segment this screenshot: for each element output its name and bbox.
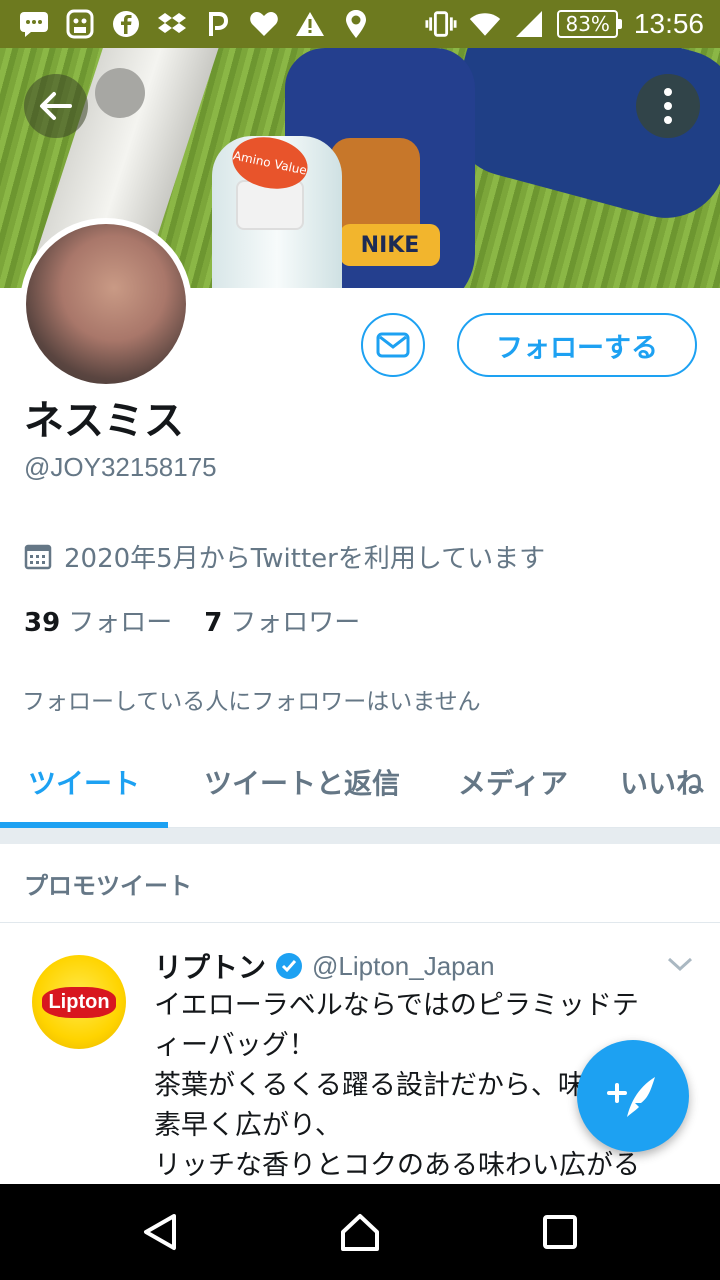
navigation-bar	[0, 1184, 720, 1280]
vibrate-icon	[425, 8, 457, 40]
signal-icon	[513, 8, 545, 40]
heart-icon	[248, 8, 280, 40]
tab-likes[interactable]: いいね	[590, 740, 720, 824]
android-icon	[64, 8, 96, 40]
compose-feather-icon	[607, 1077, 655, 1117]
tweet-author-handle[interactable]: @Lipton_Japan	[312, 951, 495, 982]
status-bar: 83% 13:56	[0, 0, 720, 48]
warning-icon	[294, 8, 326, 40]
following-count: 39	[24, 608, 61, 638]
joined-text: 2020年5月からTwitterを利用しています	[64, 544, 546, 574]
followers-count: 7	[204, 608, 223, 638]
followers-label: フォロワー	[230, 608, 361, 638]
profile-handle: @JOY32158175	[24, 452, 217, 482]
chevron-down-icon	[667, 957, 693, 972]
tweet-header: リプトン @Lipton_Japan	[154, 946, 495, 986]
tweet-line: リッチな香りとコクのある味わい広がる	[154, 1150, 640, 1181]
tweet-author-name[interactable]: リプトン	[154, 946, 266, 986]
dropbox-icon	[156, 8, 188, 40]
battery-percent: 83%	[557, 10, 618, 38]
facebook-icon	[110, 8, 142, 40]
message-button[interactable]	[361, 313, 425, 377]
compose-tweet-button[interactable]	[577, 1040, 689, 1152]
arrow-left-icon	[40, 92, 72, 120]
calendar-icon	[24, 544, 52, 569]
verified-badge-icon	[276, 953, 303, 979]
message-icon	[18, 8, 50, 40]
tweet-avatar[interactable]: Lipton	[32, 955, 126, 1049]
nike-label: NIKE	[340, 224, 440, 266]
following-link[interactable]: 39 フォロー	[24, 602, 172, 639]
recents-icon	[543, 1215, 577, 1249]
nav-home-button[interactable]	[330, 1202, 390, 1262]
more-options-button[interactable]	[636, 74, 700, 138]
lipton-logo: Lipton	[42, 986, 116, 1018]
no-mutual-followers-text: フォローしている人にフォロワーはいません	[22, 689, 481, 715]
tweet-line: イエローラベルならではのピラミッドテ	[154, 990, 639, 1021]
tab-media[interactable]: メディア	[436, 740, 590, 824]
profile-tabs: ツイート ツイートと返信 メディア いいね	[0, 740, 720, 828]
joined-info: 2020年5月からTwitterを利用しています	[24, 538, 545, 575]
more-vertical-icon	[664, 88, 672, 124]
tab-tweets[interactable]: ツイート	[0, 740, 168, 824]
following-label: フォロー	[68, 608, 173, 638]
nav-back-button[interactable]	[130, 1202, 190, 1262]
profile-name: ネスミス	[24, 398, 184, 444]
follow-counts: 39 フォロー 7 フォロワー	[24, 602, 360, 639]
divider	[0, 922, 720, 923]
wifi-icon	[469, 8, 501, 40]
tweet-menu-button[interactable]	[666, 950, 694, 978]
location-icon	[340, 8, 372, 40]
section-separator	[0, 828, 720, 844]
tab-tweets-and-replies[interactable]: ツイートと返信	[168, 740, 436, 824]
followers-link[interactable]: 7 フォロワー	[204, 602, 360, 639]
battery-indicator: 83%	[557, 10, 622, 38]
p-icon	[202, 8, 234, 40]
triangle-back-icon	[144, 1214, 176, 1250]
promoted-tweet-header: プロモツイート	[24, 872, 192, 900]
clock: 13:56	[633, 8, 704, 39]
nav-recents-button[interactable]	[530, 1202, 590, 1262]
avatar[interactable]	[20, 218, 192, 390]
envelope-icon	[376, 332, 410, 358]
follow-button[interactable]: フォローする	[457, 313, 697, 377]
home-icon	[341, 1214, 379, 1251]
back-button[interactable]	[24, 74, 88, 138]
